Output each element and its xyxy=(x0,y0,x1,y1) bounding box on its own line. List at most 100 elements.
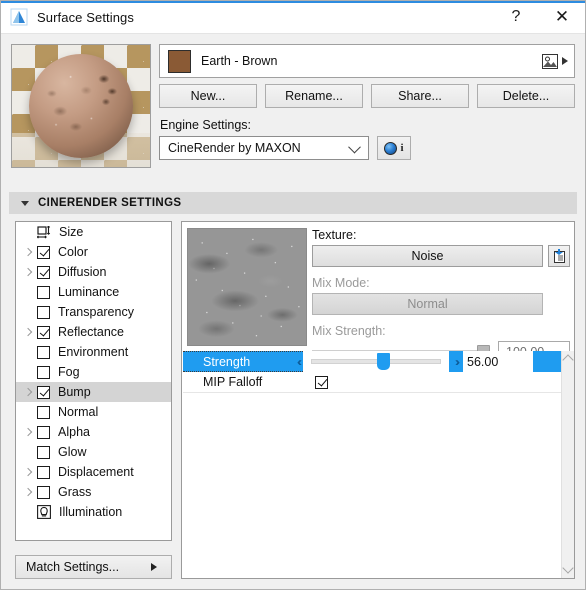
close-button[interactable]: ✕ xyxy=(539,1,585,32)
channel-label: Diffusion xyxy=(58,265,107,279)
preview-sphere xyxy=(29,54,133,158)
delete-button[interactable]: Delete... xyxy=(477,84,575,108)
channel-row-glow[interactable]: Glow xyxy=(16,442,171,462)
mix-mode-label: Mix Mode: xyxy=(312,276,370,290)
channel-checkbox-bump[interactable] xyxy=(37,385,50,399)
channel-checkbox-alpha[interactable] xyxy=(37,425,50,439)
strength-value-cell: ›› 56.00 xyxy=(449,351,561,372)
engine-select-value: CineRender by MAXON xyxy=(168,141,301,155)
channel-label: Grass xyxy=(58,485,92,499)
chevron-up-icon[interactable] xyxy=(562,354,574,366)
material-preview[interactable] xyxy=(11,44,151,168)
engine-info-label: i xyxy=(400,142,404,154)
chevron-right-icon[interactable] xyxy=(22,467,34,477)
channel-row-normal[interactable]: Normal xyxy=(16,402,171,422)
mip-falloff-checkbox[interactable] xyxy=(315,375,329,389)
title-bar: Surface Settings ? ✕ xyxy=(1,1,585,34)
channel-row-alpha[interactable]: Alpha xyxy=(16,422,171,442)
chevron-down-icon[interactable] xyxy=(562,562,574,574)
channel-label: Bump xyxy=(58,385,91,399)
channel-label: Size xyxy=(59,225,84,239)
chevron-right-icon[interactable] xyxy=(22,247,34,257)
triangle-right-icon xyxy=(151,563,157,571)
chevron-right-icon[interactable] xyxy=(22,487,34,497)
texture-fields: Texture: Noise Mix Mode: Normal Mix Stre… xyxy=(312,228,570,363)
strength-value[interactable]: 56.00 xyxy=(467,355,498,369)
channel-label: Displacement xyxy=(58,465,134,479)
bump-parameters-panel: Texture: Noise Mix Mode: Normal Mix Stre… xyxy=(181,221,575,579)
channel-list[interactable]: Size Color Diffusion Luminance Transparency R… xyxy=(15,221,172,541)
channel-checkbox-reflectance[interactable] xyxy=(37,325,50,339)
channel-row-transparency[interactable]: Transparency xyxy=(16,302,171,322)
channel-checkbox-diffusion[interactable] xyxy=(37,265,50,279)
channel-checkbox-glow[interactable] xyxy=(37,445,50,459)
channel-row-environment[interactable]: Environment xyxy=(16,342,171,362)
channel-label: Glow xyxy=(58,445,87,459)
chevron-double-right-icon[interactable]: ›› xyxy=(449,351,463,372)
channel-checkbox-grass[interactable] xyxy=(37,485,50,499)
channel-checkbox-fog[interactable] xyxy=(37,365,50,379)
texture-button[interactable]: Noise xyxy=(312,245,543,267)
channel-label: Color xyxy=(58,245,88,259)
match-settings-button[interactable]: Match Settings... xyxy=(15,555,172,579)
parameters-scrollbar[interactable] xyxy=(561,351,574,578)
mix-mode-button[interactable]: Normal xyxy=(312,293,543,315)
chevron-right-icon[interactable] xyxy=(22,427,34,437)
rename-button[interactable]: Rename... xyxy=(265,84,363,108)
window-title: Surface Settings xyxy=(37,9,134,25)
help-button[interactable]: ? xyxy=(493,1,539,32)
share-button[interactable]: Share... xyxy=(371,84,469,108)
strength-row-end-fill xyxy=(533,351,561,372)
chevron-right-icon[interactable] xyxy=(22,327,34,337)
title-bar-buttons: ? ✕ xyxy=(493,1,585,33)
channel-label: Alpha xyxy=(58,425,90,439)
mip-falloff-row[interactable]: MIP Falloff xyxy=(183,372,561,393)
channel-checkbox-color[interactable] xyxy=(37,245,50,259)
channel-checkbox-environment[interactable] xyxy=(37,345,50,359)
channel-label: Normal xyxy=(58,405,99,419)
illumination-icon xyxy=(37,505,51,519)
chevron-right-icon[interactable] xyxy=(22,387,34,397)
channel-checkbox-transparency[interactable] xyxy=(37,305,50,319)
mix-strength-label: Mix Strength: xyxy=(312,324,386,338)
chevron-double-left-icon[interactable]: ‹‹ xyxy=(297,355,302,369)
channel-row-diffusion[interactable]: Diffusion xyxy=(16,262,171,282)
load-texture-icon[interactable] xyxy=(548,245,570,267)
channel-row-displacement[interactable]: Displacement xyxy=(16,462,171,482)
new-button[interactable]: New... xyxy=(159,84,257,108)
archicad-mountain-icon xyxy=(10,8,28,26)
size-icon xyxy=(36,225,51,239)
cinerender-section-header[interactable]: CINERENDER SETTINGS xyxy=(9,192,577,214)
channel-row-grass[interactable]: Grass xyxy=(16,482,171,502)
channel-row-reflectance[interactable]: Reflectance xyxy=(16,322,171,342)
channel-row-bump[interactable]: Bump xyxy=(16,382,171,402)
channel-row-luminance[interactable]: Luminance xyxy=(16,282,171,302)
engine-info-button[interactable]: i xyxy=(377,136,411,160)
channel-checkbox-normal[interactable] xyxy=(37,405,50,419)
triangle-right-icon[interactable] xyxy=(562,57,568,65)
texture-row: Noise xyxy=(312,245,570,267)
channel-checkbox-luminance[interactable] xyxy=(37,285,50,299)
strength-label: Strength xyxy=(203,354,251,369)
engine-select[interactable]: CineRender by MAXON xyxy=(159,136,369,160)
channel-row-color[interactable]: Color xyxy=(16,242,171,262)
engine-settings-row: CineRender by MAXON i xyxy=(159,136,411,160)
material-action-buttons: New... Rename... Share... Delete... xyxy=(159,84,575,108)
image-icon[interactable] xyxy=(542,53,558,69)
strength-name-cell: Strength ‹‹ xyxy=(183,355,303,369)
material-name-field[interactable]: Earth - Brown xyxy=(159,44,575,78)
sphere-icon xyxy=(384,141,398,155)
channel-label: Transparency xyxy=(58,305,134,319)
engine-settings-label: Engine Settings: xyxy=(160,118,252,132)
strength-parameter-row[interactable]: Strength ‹‹ ›› 56.00 xyxy=(183,351,561,372)
strength-handle[interactable] xyxy=(376,353,390,370)
strength-slider[interactable] xyxy=(303,351,449,372)
channel-row-fog[interactable]: Fog xyxy=(16,362,171,382)
channel-row-illumination[interactable]: Illumination xyxy=(16,502,171,522)
channel-label: Luminance xyxy=(58,285,120,299)
channel-checkbox-displacement[interactable] xyxy=(37,465,50,479)
chevron-right-icon[interactable] xyxy=(22,267,34,277)
texture-preview[interactable] xyxy=(187,228,307,346)
channel-row-size[interactable]: Size xyxy=(16,222,171,242)
material-name-right-controls xyxy=(542,53,574,69)
